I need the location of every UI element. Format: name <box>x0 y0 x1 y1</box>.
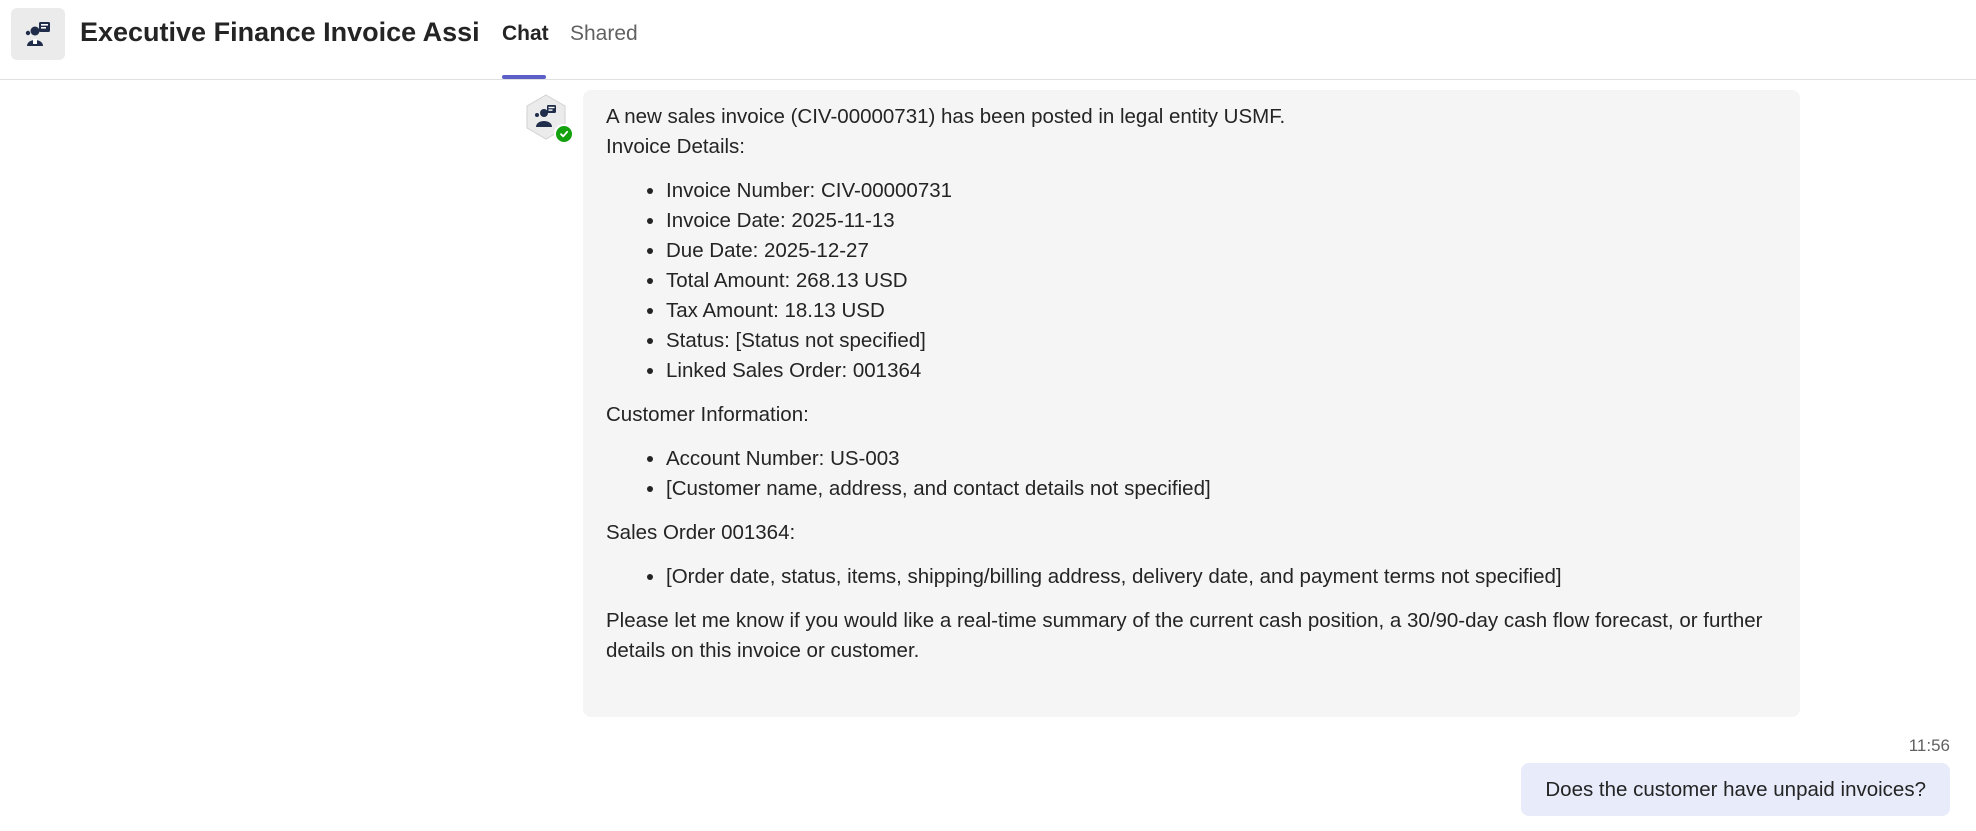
bot-message-bubble: A new sales invoice (CIV-00000731) has b… <box>583 90 1800 717</box>
tab-chat[interactable]: Chat <box>502 22 549 46</box>
list-item: Invoice Number: CIV-00000731 <box>666 176 1776 206</box>
presence-available-icon <box>554 124 574 144</box>
list-item: Tax Amount: 18.13 USD <box>666 296 1776 326</box>
list-item: Total Amount: 268.13 USD <box>666 266 1776 296</box>
sales-order-heading: Sales Order 001364: <box>606 521 796 544</box>
list-item: Due Date: 2025-12-27 <box>666 236 1776 266</box>
sales-order-list: [Order date, status, items, shipping/bil… <box>606 562 1776 592</box>
invoice-details-heading: Invoice Details: <box>606 135 746 158</box>
list-item: [Order date, status, items, shipping/bil… <box>666 562 1776 592</box>
app-title: Executive Finance Invoice Assi <box>80 17 480 47</box>
list-item: [Customer name, address, and contact det… <box>666 474 1776 504</box>
user-message-text: Does the customer have unpaid invoices? <box>1545 777 1926 801</box>
list-item: Status: [Status not specified] <box>666 326 1776 356</box>
user-message-bubble[interactable]: Does the customer have unpaid invoices? <box>1521 763 1950 816</box>
message-closing: Please let me know if you would like a r… <box>606 609 1763 662</box>
tab-shared[interactable]: Shared <box>570 22 638 46</box>
app-header: Executive Finance Invoice Assi Chat Shar… <box>0 0 1976 80</box>
list-item: Linked Sales Order: 001364 <box>666 356 1776 386</box>
customer-info-list: Account Number: US-003 [Customer name, a… <box>606 444 1776 504</box>
list-item: Invoice Date: 2025-11-13 <box>666 206 1776 236</box>
app-bot-icon[interactable] <box>11 8 65 60</box>
message-intro: A new sales invoice (CIV-00000731) has b… <box>606 105 1286 128</box>
list-item: Account Number: US-003 <box>666 444 1776 474</box>
message-timestamp: 11:56 <box>1908 736 1950 755</box>
active-tab-indicator <box>502 75 546 79</box>
invoice-details-list: Invoice Number: CIV-00000731 Invoice Dat… <box>606 176 1776 386</box>
customer-info-heading: Customer Information: <box>606 403 809 426</box>
